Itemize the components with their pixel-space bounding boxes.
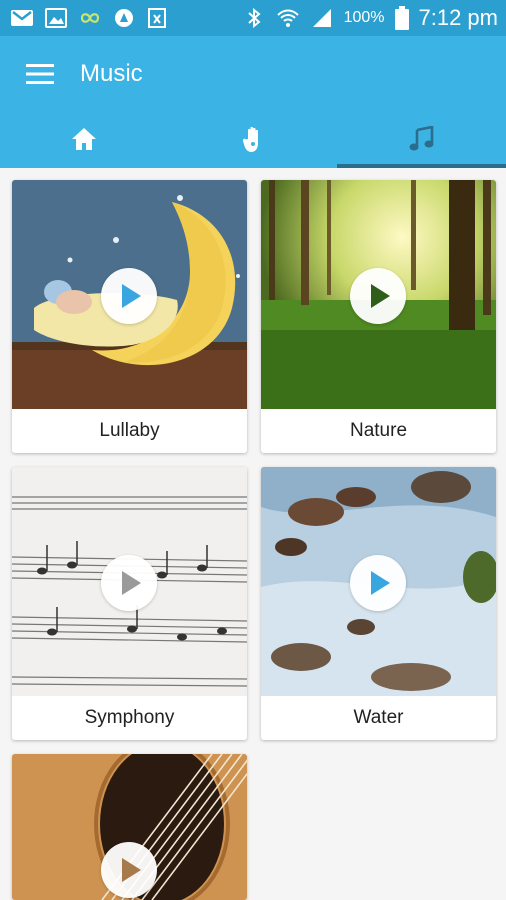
infinity-icon bbox=[80, 13, 100, 23]
symphony-play-button[interactable] bbox=[101, 555, 157, 611]
status-bar: 100% 7:12 pm bbox=[0, 0, 506, 36]
gallery-icon bbox=[45, 8, 67, 28]
card-label: Lullaby bbox=[99, 420, 160, 441]
menu-button[interactable] bbox=[22, 56, 58, 92]
signal-icon bbox=[312, 9, 331, 27]
tab-hand[interactable] bbox=[169, 110, 338, 168]
water-play-button[interactable] bbox=[350, 555, 406, 611]
tab-home[interactable] bbox=[0, 110, 169, 168]
play-icon bbox=[371, 571, 390, 595]
nature-play-button[interactable] bbox=[350, 268, 406, 324]
clipboard-icon bbox=[115, 9, 133, 27]
bluetooth-icon bbox=[247, 8, 261, 28]
music-note-icon bbox=[409, 126, 434, 151]
excel-icon bbox=[148, 8, 166, 28]
home-icon bbox=[72, 128, 97, 150]
wifi-icon bbox=[276, 9, 299, 27]
gmail-icon bbox=[11, 10, 33, 26]
card-label: Nature bbox=[349, 420, 408, 441]
hamburger-menu-icon bbox=[26, 64, 54, 84]
battery-icon bbox=[394, 6, 409, 30]
clock: 7:12 pm bbox=[418, 5, 499, 30]
system-icons: 100% 7:12 pm bbox=[242, 5, 498, 31]
hand-icon bbox=[242, 126, 258, 152]
lullaby-play-button[interactable] bbox=[101, 268, 157, 324]
tab-bar bbox=[0, 110, 506, 168]
card-symphony[interactable]: Symphony bbox=[12, 467, 247, 740]
play-icon bbox=[122, 858, 141, 882]
notification-icons bbox=[10, 8, 170, 28]
play-icon bbox=[122, 284, 141, 308]
card-label: Symphony bbox=[84, 707, 175, 728]
guitar-play-button[interactable] bbox=[101, 842, 157, 898]
play-icon bbox=[371, 284, 390, 308]
card-guitar[interactable] bbox=[12, 754, 247, 900]
card-water[interactable]: Water bbox=[261, 467, 496, 740]
card-label: Water bbox=[353, 707, 404, 728]
card-lullaby[interactable]: Lullaby bbox=[12, 180, 247, 453]
app-bar: Music bbox=[0, 36, 506, 168]
page-title: Music bbox=[80, 60, 143, 87]
battery-percent: 100% bbox=[343, 9, 385, 26]
tab-music[interactable] bbox=[337, 110, 506, 168]
card-nature[interactable]: Nature bbox=[261, 180, 496, 453]
play-icon bbox=[122, 571, 141, 595]
